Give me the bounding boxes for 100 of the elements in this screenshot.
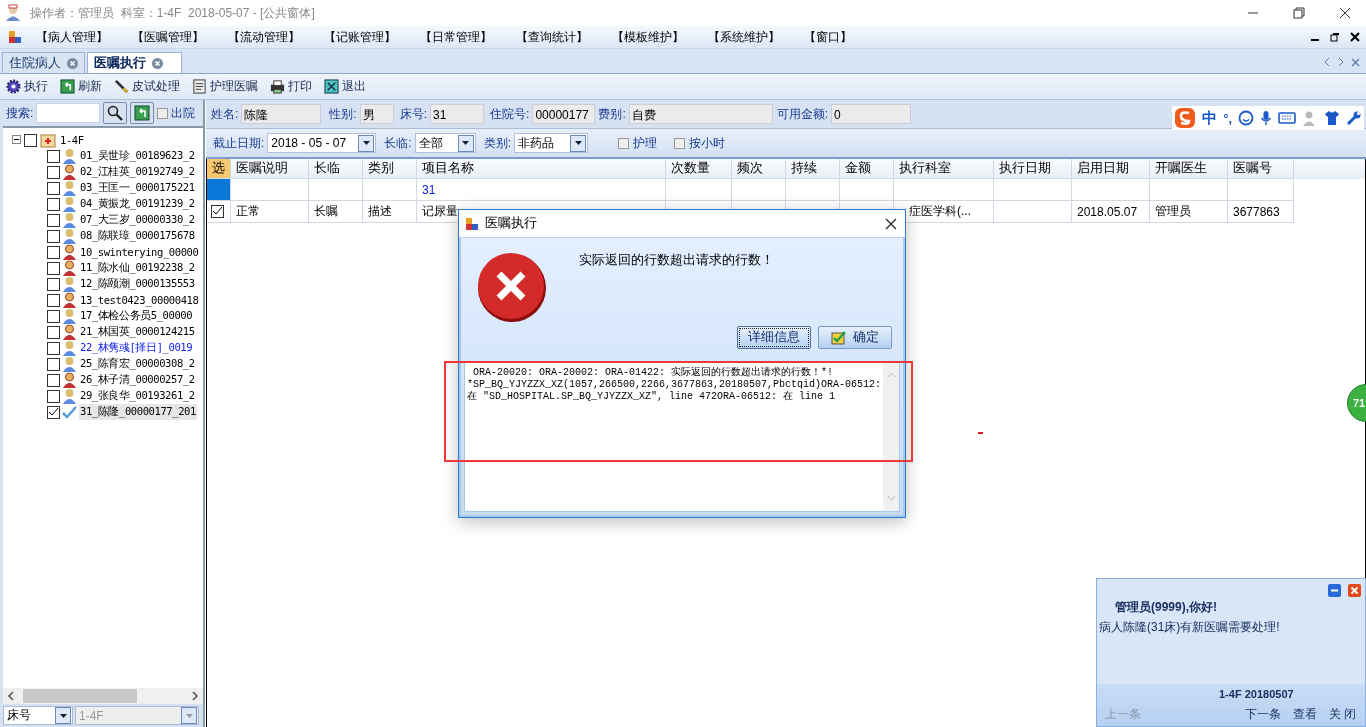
tree-item[interactable]: 08_陈联璋_0000175678 bbox=[79, 228, 196, 244]
checkbox[interactable] bbox=[47, 165, 60, 179]
checkbox[interactable] bbox=[47, 245, 60, 259]
column-header[interactable]: 类别 bbox=[363, 159, 417, 179]
input-method-logo-icon[interactable] bbox=[1174, 107, 1197, 129]
dialog-button[interactable]: 确定 bbox=[818, 326, 892, 349]
tree-item[interactable]: 12_陈颐潮_0000135553 bbox=[79, 276, 196, 292]
horizontal-scrollbar[interactable] bbox=[3, 688, 203, 704]
tree-item[interactable]: 02_江桂英_00192749_2 bbox=[79, 164, 196, 180]
close-icon[interactable] bbox=[885, 217, 897, 230]
smiley-icon[interactable] bbox=[1238, 110, 1254, 126]
tree-item[interactable]: 01_吴世珍_00189623_2 bbox=[79, 148, 196, 164]
tree-item[interactable]: 03_王匡一_0000175221 bbox=[79, 180, 196, 196]
checkbox[interactable] bbox=[47, 229, 60, 243]
checkbox[interactable] bbox=[674, 137, 686, 149]
dropdown-arrow-icon[interactable] bbox=[362, 141, 370, 145]
column-header[interactable]: 持续 bbox=[786, 159, 840, 179]
checkbox[interactable] bbox=[47, 357, 60, 371]
long-term-dropdown[interactable]: 全部 bbox=[414, 133, 476, 153]
dropdown-arrow-icon[interactable] bbox=[462, 141, 470, 145]
notification-link[interactable]: 关 闭 bbox=[1329, 706, 1357, 723]
tree-item[interactable]: 11_陈水仙_00192238_2 bbox=[79, 260, 196, 276]
column-header[interactable]: 启用日期 bbox=[1072, 159, 1150, 179]
dialog-button[interactable]: 详细信息 bbox=[737, 326, 811, 349]
keyboard-icon[interactable] bbox=[1278, 111, 1296, 125]
search-button[interactable] bbox=[103, 102, 128, 124]
checkbox[interactable] bbox=[47, 325, 60, 339]
punctuation-label[interactable]: °, bbox=[1223, 110, 1232, 126]
column-header[interactable]: 执行日期 bbox=[994, 159, 1072, 179]
tree-item[interactable]: 10_swinterying_00000 bbox=[79, 245, 200, 259]
close-icon[interactable] bbox=[1338, 6, 1352, 20]
dropdown-arrow-icon[interactable] bbox=[59, 713, 67, 718]
toolbar-button[interactable]: 护理医嘱 bbox=[190, 78, 260, 95]
menu-item[interactable]: 【病人管理】 bbox=[22, 28, 124, 46]
checkbox[interactable] bbox=[47, 373, 60, 387]
menu-item[interactable]: 【模板维护】 bbox=[604, 28, 700, 46]
checkbox[interactable] bbox=[47, 309, 60, 323]
column-header[interactable]: 长临 bbox=[309, 159, 363, 179]
category-dropdown[interactable]: 非药品 bbox=[514, 133, 589, 153]
app-icon[interactable] bbox=[8, 30, 22, 44]
wrench-icon[interactable] bbox=[1346, 110, 1362, 126]
checkbox[interactable] bbox=[24, 133, 37, 147]
checkbox[interactable] bbox=[47, 405, 60, 419]
close-icon[interactable] bbox=[1350, 32, 1360, 42]
tree-item[interactable]: 17_体检公务员5_00000 bbox=[79, 308, 194, 324]
shirt-icon[interactable] bbox=[1324, 110, 1340, 126]
date-picker[interactable]: 2018 - 05 - 07 bbox=[267, 133, 377, 153]
column-header[interactable]: 执行科室 bbox=[894, 159, 994, 179]
checkbox[interactable] bbox=[47, 181, 60, 195]
toolbar-button[interactable]: 退出 bbox=[322, 78, 368, 95]
tree-item[interactable]: 25_陈育宏_00000308_2 bbox=[79, 356, 196, 372]
tree-item[interactable]: 29_张良华_00193261_2 bbox=[79, 388, 196, 404]
tab[interactable]: 住院病人 bbox=[2, 52, 85, 73]
checkbox[interactable] bbox=[47, 293, 60, 307]
tree-item[interactable]: 22_林隽彧[择日]_0019 bbox=[79, 340, 194, 356]
refresh-button[interactable] bbox=[130, 102, 155, 124]
menu-item[interactable]: 【系统维护】 bbox=[700, 28, 796, 46]
dropdown-arrow-icon[interactable] bbox=[574, 141, 582, 145]
microphone-icon[interactable] bbox=[1260, 110, 1272, 126]
checkbox[interactable] bbox=[47, 149, 60, 163]
input-mode-label[interactable]: 中 bbox=[1202, 108, 1218, 128]
checkbox[interactable] bbox=[157, 107, 169, 119]
column-header[interactable]: 选 bbox=[207, 159, 231, 179]
tree-item[interactable]: 1-4F bbox=[59, 133, 85, 147]
toolbar-button[interactable]: 刷新 bbox=[58, 78, 104, 95]
menu-item[interactable]: 【流动管理】 bbox=[220, 28, 316, 46]
tree-item[interactable]: 04_黄振龙_00191239_2 bbox=[79, 196, 196, 212]
tree-item[interactable]: 21_林国英_0000124215 bbox=[79, 324, 196, 340]
search-field[interactable] bbox=[36, 103, 101, 123]
tree-item[interactable]: 26_林子清_00000257_2 bbox=[79, 372, 196, 388]
column-header[interactable]: 频次 bbox=[732, 159, 786, 179]
checkbox[interactable] bbox=[618, 137, 630, 149]
menu-item[interactable]: 【记账管理】 bbox=[316, 28, 412, 46]
toolbar-button[interactable]: 打印 bbox=[268, 78, 314, 95]
toolbar-button[interactable]: 皮试处理 bbox=[112, 78, 182, 95]
column-header[interactable]: 项目名称 bbox=[417, 159, 666, 179]
collapse-toggle[interactable] bbox=[12, 133, 21, 147]
tab[interactable]: 医嘱执行 bbox=[87, 52, 182, 73]
restore-icon[interactable] bbox=[1330, 32, 1340, 42]
row-selector[interactable] bbox=[207, 201, 231, 223]
tree-item[interactable]: 07_大三岁_00000330_2 bbox=[79, 212, 196, 228]
column-header[interactable]: 金额 bbox=[840, 159, 894, 179]
toolbar-button[interactable]: 执行 bbox=[4, 78, 50, 95]
tree-item[interactable]: 13_test0423_00000418 bbox=[79, 293, 200, 307]
checkbox[interactable] bbox=[47, 213, 60, 227]
menu-item[interactable]: 【窗口】 bbox=[796, 28, 892, 46]
checkbox[interactable] bbox=[47, 389, 60, 403]
notification-link[interactable]: 下一条 bbox=[1245, 706, 1281, 723]
column-header[interactable]: 次数量 bbox=[666, 159, 732, 179]
menu-item[interactable]: 【查询统计】 bbox=[508, 28, 604, 46]
checkbox[interactable] bbox=[47, 341, 60, 355]
checkbox[interactable] bbox=[47, 261, 60, 275]
menu-item[interactable]: 【日常管理】 bbox=[412, 28, 508, 46]
notification-link[interactable]: 查看 bbox=[1293, 706, 1317, 723]
column-header[interactable]: 开嘱医生 bbox=[1150, 159, 1228, 179]
menu-item[interactable]: 【医嘱管理】 bbox=[124, 28, 220, 46]
checkbox[interactable] bbox=[47, 197, 60, 211]
checkbox[interactable] bbox=[47, 277, 60, 291]
tree-item[interactable]: 31_陈隆_00000177_201 bbox=[79, 404, 197, 420]
column-header[interactable]: 医嘱号 bbox=[1228, 159, 1294, 179]
